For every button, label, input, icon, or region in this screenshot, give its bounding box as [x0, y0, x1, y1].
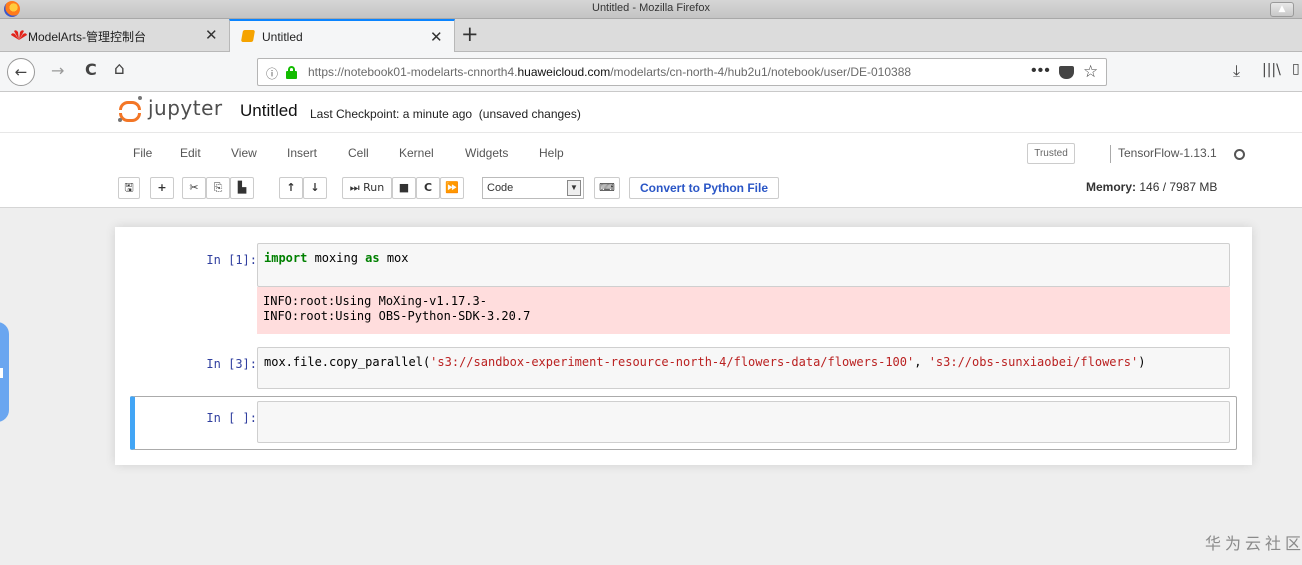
restart-icon[interactable]: C: [416, 177, 440, 199]
home-icon[interactable]: ⌂: [114, 59, 125, 79]
copy-icon[interactable]: ⎘: [206, 177, 230, 199]
side-panel-tab[interactable]: [0, 322, 9, 422]
cell-prompt: In [3]:: [206, 357, 257, 371]
library-icon[interactable]: |||\: [1262, 62, 1281, 78]
notebook-icon: [240, 30, 256, 42]
notebook-name[interactable]: Untitled: [240, 101, 298, 121]
navigation-bar: ← → C ⌂ ⓘ https://notebook01-modelarts-c…: [0, 52, 1302, 92]
kernel-idle-indicator-icon: [1234, 149, 1245, 160]
url-bar[interactable]: ⓘ https://notebook01-modelarts-cnnorth4.…: [257, 58, 1107, 86]
menu-help[interactable]: Help: [539, 146, 564, 160]
sidebar-icon[interactable]: ▯: [1292, 61, 1300, 77]
url-text[interactable]: https://notebook01-modelarts-cnnorth4.hu…: [308, 65, 1023, 79]
kernel-name[interactable]: TensorFlow-1.13.1: [1110, 145, 1217, 163]
menu-edit[interactable]: Edit: [180, 146, 201, 160]
window-titlebar: Untitled - Mozilla Firefox ▲: [0, 0, 1302, 19]
restart-run-all-icon[interactable]: ⏩: [440, 177, 464, 199]
reload-icon[interactable]: C: [85, 60, 97, 79]
cell-prompt: In [1]:: [206, 253, 257, 267]
jupyter-brand[interactable]: jupyter: [148, 96, 223, 120]
menu-view[interactable]: View: [231, 146, 257, 160]
pocket-icon[interactable]: [1059, 66, 1074, 79]
info-icon[interactable]: ⓘ: [266, 65, 278, 82]
new-tab-icon[interactable]: +: [461, 22, 479, 46]
trusted-badge[interactable]: Trusted: [1027, 143, 1075, 164]
jupyter-logo-icon[interactable]: [118, 96, 143, 123]
tab-close-icon[interactable]: ✕: [430, 28, 443, 46]
download-icon[interactable]: ⤓: [1233, 61, 1240, 81]
code-cell[interactable]: In [3]: mox.file.copy_parallel('s3://san…: [131, 347, 1237, 389]
move-up-icon[interactable]: ↑: [279, 177, 303, 199]
menu-cell[interactable]: Cell: [348, 146, 369, 160]
tab-untitled[interactable]: Untitled ✕: [229, 19, 455, 53]
save-icon[interactable]: 🖫: [118, 177, 140, 199]
stop-icon[interactable]: ■: [392, 177, 416, 199]
watermark: 华为云社区: [1205, 534, 1302, 553]
insert-cell-icon[interactable]: +: [150, 177, 174, 199]
lock-icon: [286, 66, 297, 79]
window-maximize-button[interactable]: ▲: [1270, 2, 1294, 17]
move-down-icon[interactable]: ↓: [303, 177, 327, 199]
run-button[interactable]: ⏭ Run: [342, 177, 392, 199]
cell-type-select[interactable]: Code ▼: [482, 177, 584, 199]
tab-bar: ModelArts-管理控制台 ✕ Untitled ✕ +: [0, 19, 1302, 53]
code-cell[interactable]: In [1]: import moxing as mox INFO:root:U…: [131, 243, 1237, 335]
cut-icon[interactable]: ✂: [182, 177, 206, 199]
bookmark-star-icon[interactable]: ☆: [1083, 62, 1098, 82]
cell-output: INFO:root:Using MoXing-v1.17.3- INFO:roo…: [257, 287, 1230, 334]
cell-input[interactable]: mox.file.copy_parallel('s3://sandbox-exp…: [257, 347, 1230, 389]
jupyter-header: jupyter Untitled Last Checkpoint: a minu…: [0, 92, 1302, 208]
convert-to-python-button[interactable]: Convert to Python File: [629, 177, 780, 199]
huawei-icon: [11, 30, 27, 40]
menu-kernel[interactable]: Kernel: [399, 146, 434, 160]
notebook-toolbar: 🖫 + ✂ ⎘ ▙ ↑ ↓ ⏭ Run ■ C ⏩ Code ▼ ⌨ Conver…: [116, 177, 1254, 201]
chevron-down-icon[interactable]: ▼: [567, 180, 581, 196]
tab-modelarts[interactable]: ModelArts-管理控制台 ✕: [0, 19, 228, 52]
keyboard-icon[interactable]: ⌨: [594, 177, 620, 199]
tab-close-icon[interactable]: ✕: [205, 26, 218, 44]
menu-bar: File Edit View Insert Cell Kernel Widget…: [116, 140, 1254, 170]
tab-label: Untitled: [262, 30, 303, 44]
menu-file[interactable]: File: [133, 146, 152, 160]
memory-usage: Memory: 146 / 7987 MB: [1086, 180, 1218, 194]
menu-widgets[interactable]: Widgets: [465, 146, 508, 160]
forward-arrow-icon[interactable]: →: [51, 61, 64, 80]
menu-insert[interactable]: Insert: [287, 146, 317, 160]
tab-label: ModelArts-管理控制台: [28, 30, 147, 44]
paste-icon[interactable]: ▙: [230, 177, 254, 199]
window-title: Untitled - Mozilla Firefox: [592, 2, 710, 14]
back-arrow-icon[interactable]: ←: [7, 58, 35, 86]
page-actions-icon[interactable]: •••: [1031, 62, 1051, 80]
selected-cell-border: [130, 396, 1237, 450]
cell-input[interactable]: import moxing as mox: [257, 243, 1230, 287]
checkpoint-status: Last Checkpoint: a minute ago (unsaved c…: [310, 107, 581, 121]
